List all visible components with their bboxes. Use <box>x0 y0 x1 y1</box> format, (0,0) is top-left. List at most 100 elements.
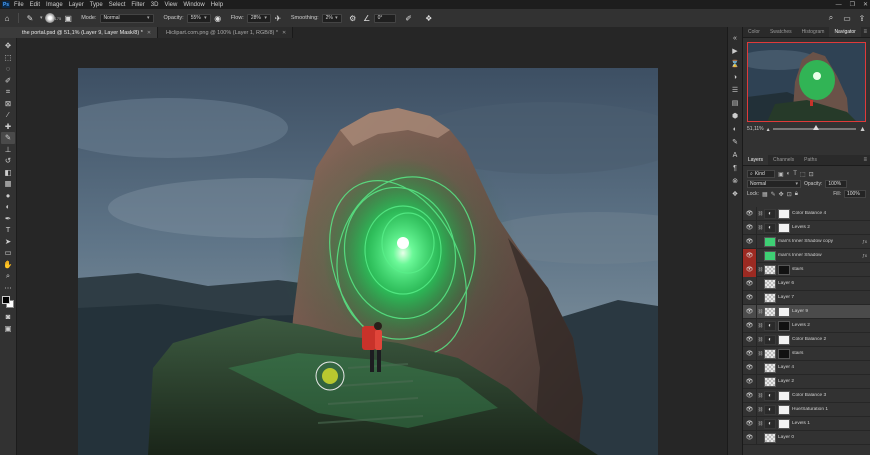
path-select-tool-icon[interactable]: ➤ <box>1 236 15 248</box>
share-icon[interactable]: ⇪ <box>857 13 867 23</box>
tab-navigator[interactable]: Navigator <box>829 27 861 37</box>
move-tool-icon[interactable]: ✥ <box>1 40 15 52</box>
tab-color[interactable]: Color <box>743 27 765 37</box>
smart-object-filter-icon[interactable]: ⊡ <box>809 171 814 178</box>
history-brush-tool-icon[interactable]: ↺ <box>1 155 15 167</box>
gear-icon[interactable]: ⚙ <box>348 13 358 23</box>
layer-mask-thumbnail[interactable] <box>778 208 790 219</box>
zoom-slider[interactable] <box>772 125 857 131</box>
document-canvas[interactable] <box>78 68 658 455</box>
shape-filter-icon[interactable]: ⬚ <box>800 171 806 178</box>
history-icon[interactable]: ⌛ <box>729 58 741 70</box>
layer-mask-thumbnail[interactable] <box>778 306 790 317</box>
maximize-button[interactable]: ❐ <box>850 1 855 8</box>
character-icon[interactable]: A <box>729 149 741 161</box>
eye-icon[interactable]: 👁︎ <box>743 374 757 389</box>
tab-channels[interactable]: Channels <box>768 155 799 165</box>
zoom-out-icon[interactable]: ▴ <box>767 126 770 133</box>
blend-mode-select[interactable]: Normal ▾ <box>747 180 801 188</box>
quick-mask-icon[interactable]: ◙ <box>1 311 15 323</box>
menu-file[interactable]: File <box>14 2 24 8</box>
eye-icon[interactable]: 👁︎ <box>743 220 757 235</box>
eye-icon[interactable]: 👁︎ <box>743 346 757 361</box>
layer-thumbnail[interactable] <box>764 278 776 289</box>
eye-icon[interactable]: 👁︎ <box>743 416 757 431</box>
zoom-slider-knob[interactable] <box>812 125 819 131</box>
styles-icon[interactable]: ❖ <box>729 188 741 200</box>
layer-mask-thumbnail[interactable] <box>778 404 790 415</box>
adjustment-filter-icon[interactable]: ◐ <box>787 171 791 178</box>
layer-row[interactable]: 👁︎ man's Inner Shadow copy ƒx <box>743 234 870 249</box>
quick-select-tool-icon[interactable]: ✐ <box>1 75 15 87</box>
collapse-icon[interactable]: « <box>729 32 741 44</box>
brush-preset-picker[interactable] <box>44 13 55 23</box>
zoom-tool-icon[interactable]: ⌕ <box>1 270 15 282</box>
tab-hiclipart[interactable]: Hiclipart.com.png @ 100% (Layer 1, RGB/8… <box>158 27 294 38</box>
layer-thumbnail[interactable] <box>764 264 776 275</box>
menu-filter[interactable]: Filter <box>131 2 144 8</box>
foreground-color-swatch[interactable] <box>2 296 10 304</box>
symmetry-icon[interactable]: ❖ <box>424 13 434 23</box>
workspace-icon[interactable]: ▭ <box>842 13 852 23</box>
lock-pixels-icon[interactable]: ▦ <box>762 191 768 198</box>
menu-help[interactable]: Help <box>211 2 223 8</box>
3d-icon[interactable]: ⬢ <box>729 110 741 122</box>
frame-tool-icon[interactable]: ⊠ <box>1 98 15 110</box>
chain-link-icon[interactable]: ⛓︎ <box>757 337 764 343</box>
adjustments-icon[interactable]: ◑ <box>729 71 741 83</box>
layer-mask-thumbnail[interactable] <box>778 320 790 331</box>
brush-tool-icon[interactable]: ✎ <box>25 13 35 23</box>
gradient-tool-icon[interactable]: ▦ <box>1 178 15 190</box>
navigator-view-box[interactable] <box>747 42 866 122</box>
adjustment-layer-thumbnail[interactable]: ◐ <box>764 418 776 429</box>
adjustment-layer-thumbnail[interactable]: ◐ <box>764 390 776 401</box>
canvas-area[interactable] <box>17 38 729 455</box>
layer-mask-thumbnail[interactable] <box>778 348 790 359</box>
opacity-field[interactable]: 55% ▾ <box>186 13 211 23</box>
chain-link-icon[interactable]: ⛓︎ <box>757 421 764 427</box>
lock-paint-icon[interactable]: ✎ <box>771 191 776 198</box>
paragraph-icon[interactable]: ¶ <box>729 162 741 174</box>
mode-select[interactable]: Normal ▾ <box>99 13 154 23</box>
play-icon[interactable]: ▶ <box>729 45 741 57</box>
menu-layer[interactable]: Layer <box>69 2 84 8</box>
layer-row[interactable]: 👁︎ Layer 2 <box>743 374 870 389</box>
layer-row[interactable]: 👁︎ man's Inner Shadow ƒx <box>743 248 870 263</box>
eye-icon[interactable]: 👁︎ <box>743 318 757 333</box>
chain-link-icon[interactable]: ⛓︎ <box>757 393 764 399</box>
clone-stamp-tool-icon[interactable]: ⊥ <box>1 144 15 156</box>
layer-row[interactable]: 👁︎ ⛓︎ ◐ Color Balance 2 <box>743 332 870 347</box>
adjustment-layer-thumbnail[interactable]: ◐ <box>764 334 776 345</box>
minimize-button[interactable]: — <box>836 2 842 8</box>
layer-thumbnail[interactable] <box>764 362 776 373</box>
airbrush-icon[interactable]: ✈ <box>273 13 283 23</box>
menu-type[interactable]: Type <box>90 2 103 8</box>
layer-thumbnail[interactable] <box>764 376 776 387</box>
chain-link-icon[interactable]: ⛓︎ <box>757 323 764 329</box>
close-button[interactable]: ✕ <box>863 1 868 8</box>
layer-thumbnail[interactable] <box>764 236 776 247</box>
angle-field[interactable]: 0° <box>373 13 396 23</box>
layer-effects-icon[interactable]: ƒx <box>862 253 867 258</box>
eye-icon[interactable]: 👁︎ <box>743 262 757 277</box>
angle-icon[interactable]: ∠ <box>362 13 372 23</box>
chevron-down-icon[interactable]: ▾ <box>40 15 43 21</box>
menu-window[interactable]: Window <box>183 2 204 8</box>
image-filter-icon[interactable]: ▣ <box>778 171 784 178</box>
adjustment-layer-thumbnail[interactable]: ◐ <box>764 222 776 233</box>
dodge-tool-icon[interactable]: ◐ <box>1 201 15 213</box>
close-icon[interactable]: ✕ <box>147 30 151 36</box>
eye-icon[interactable]: 👁︎ <box>743 276 757 291</box>
smoothing-field[interactable]: 2% ▾ <box>321 13 342 23</box>
healing-brush-tool-icon[interactable]: ✚ <box>1 121 15 133</box>
panel-menu-icon[interactable]: ≡ <box>863 29 870 35</box>
fill-field[interactable]: 100% <box>844 190 866 198</box>
eraser-tool-icon[interactable]: ◧ <box>1 167 15 179</box>
eye-icon[interactable]: 👁︎ <box>743 430 757 445</box>
rectangle-tool-icon[interactable]: ▭ <box>1 247 15 259</box>
lock-artboard-icon[interactable]: ⊡ <box>787 191 792 198</box>
layer-row[interactable]: 👁︎ Layer 0 <box>743 430 870 445</box>
layer-row[interactable]: 👁︎ ⛓︎ ◐ Levels 1 <box>743 416 870 431</box>
layer-row[interactable]: 👁︎ ⛓︎ ◐ Hue/Saturation 1 <box>743 402 870 417</box>
adjustment-layer-thumbnail[interactable]: ◐ <box>764 320 776 331</box>
